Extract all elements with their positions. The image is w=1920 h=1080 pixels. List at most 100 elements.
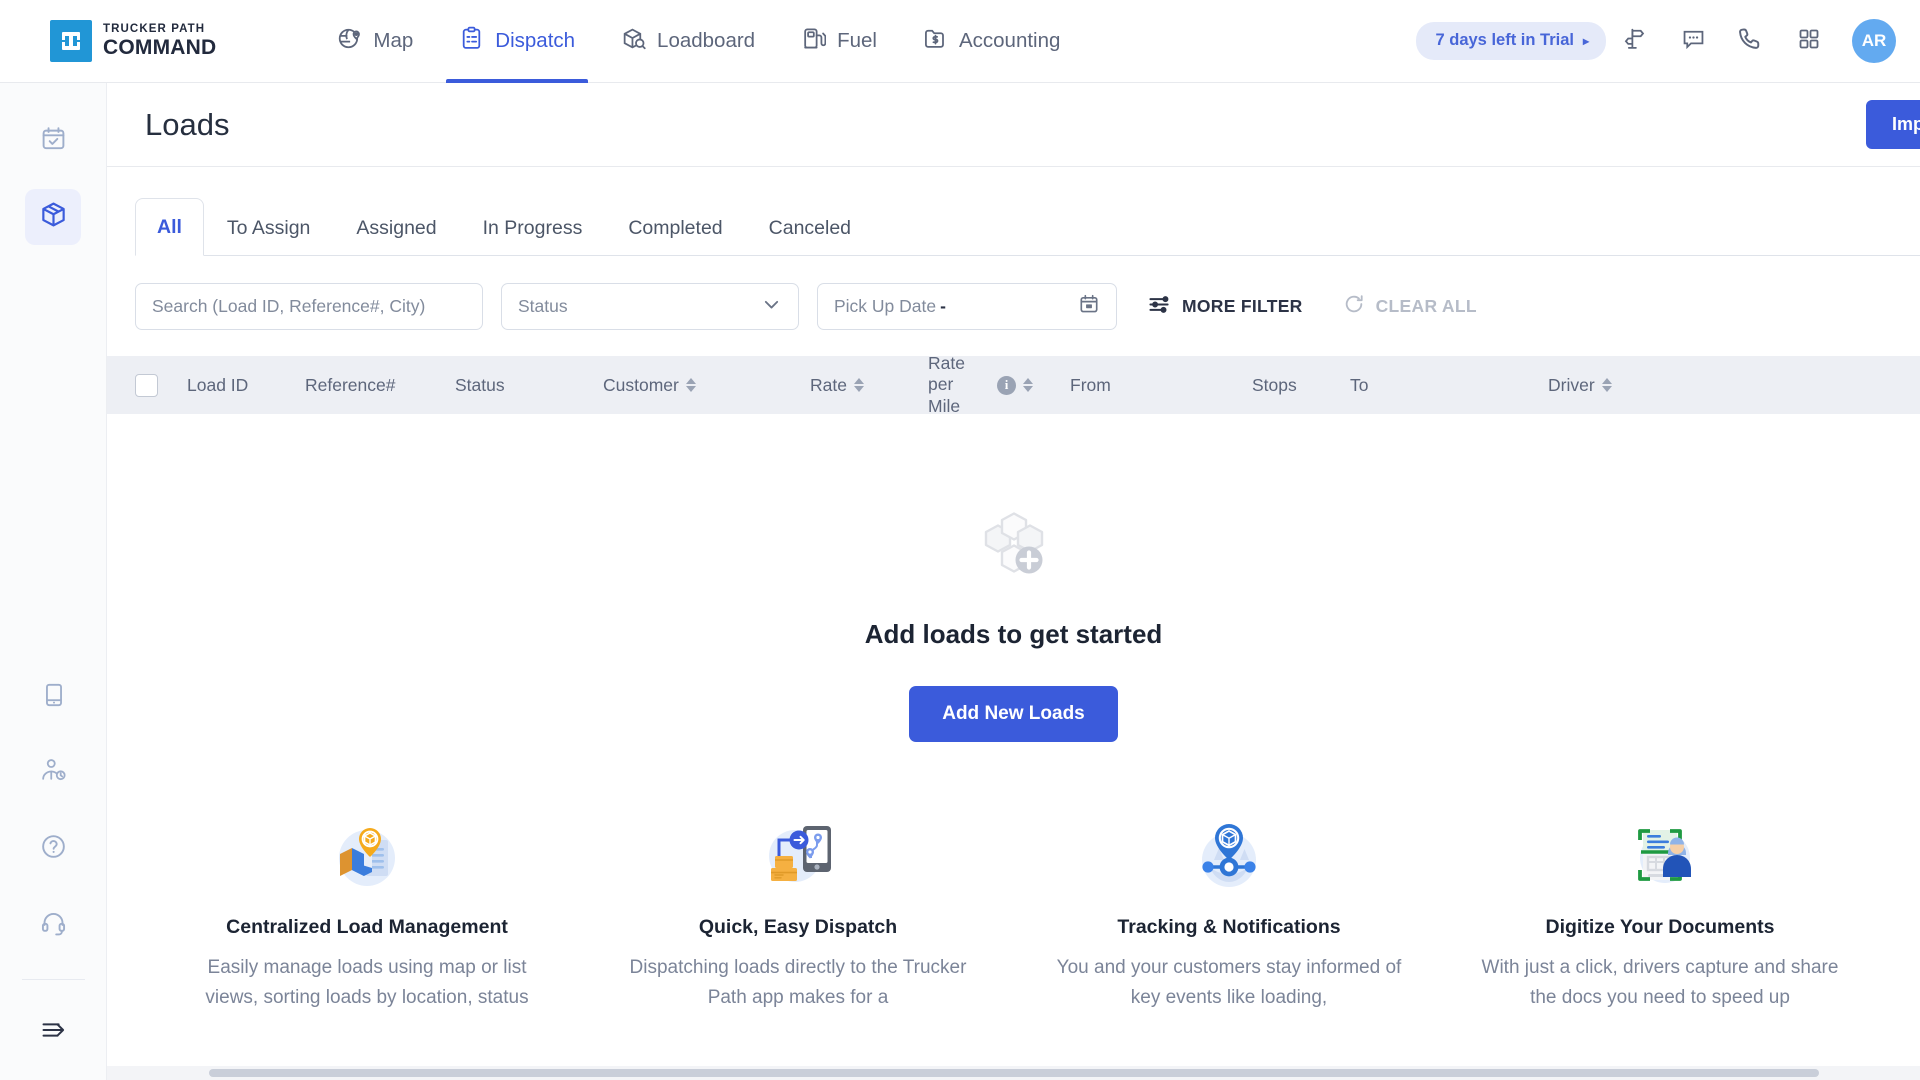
feature-description: With just a click, drivers capture and s… xyxy=(1481,957,1839,1009)
status-select-label: Status xyxy=(518,296,568,316)
rail-divider xyxy=(22,979,85,980)
phone-icon xyxy=(1738,26,1764,57)
avatar-initials: AR xyxy=(1861,31,1887,50)
column-rate-per-mile[interactable]: Rate per Mile i xyxy=(928,353,1070,417)
trial-status-badge[interactable]: 7 days left in Trial ▸ xyxy=(1416,22,1606,60)
tab-in-progress[interactable]: In Progress xyxy=(460,217,606,256)
column-reference[interactable]: Reference# xyxy=(305,375,455,396)
feature-title: Digitize Your Documents xyxy=(1545,916,1775,938)
tab-canceled[interactable]: Canceled xyxy=(746,217,874,256)
page-title: Loads xyxy=(145,106,230,142)
column-rate[interactable]: Rate xyxy=(810,375,928,396)
mobile-device-icon xyxy=(41,682,67,713)
nav-label-map: Map xyxy=(373,29,414,52)
left-rail xyxy=(0,83,107,1080)
brand-logo[interactable]: TRUCKER PATH COMMAND xyxy=(50,20,216,62)
phone-icon-button[interactable] xyxy=(1722,12,1780,70)
select-all-checkbox-cell xyxy=(135,373,187,397)
filter-bar: Search (Load ID, Reference#, City) Statu… xyxy=(135,283,1920,330)
column-to[interactable]: To xyxy=(1350,375,1548,396)
loads-content: All To Assign Assigned In Progress Compl… xyxy=(107,167,1920,1080)
status-select[interactable]: Status xyxy=(501,283,799,330)
nav-label-dispatch: Dispatch xyxy=(495,29,576,52)
box-search-icon xyxy=(621,26,646,57)
apps-grid-icon-button[interactable] xyxy=(1780,12,1838,70)
clipboard-list-icon xyxy=(459,26,484,57)
clear-all-label: CLEAR ALL xyxy=(1375,296,1477,316)
horizontal-scrollbar[interactable] xyxy=(107,1066,1920,1080)
refresh-icon xyxy=(1343,293,1365,320)
search-input[interactable]: Search (Load ID, Reference#, City) xyxy=(135,283,483,330)
column-label: Customer xyxy=(603,374,679,395)
tab-completed[interactable]: Completed xyxy=(605,217,745,256)
rail-item-expand[interactable] xyxy=(26,1004,82,1060)
help-circle-icon xyxy=(40,833,67,865)
calendar-check-icon xyxy=(40,125,67,157)
sort-toggle-icon[interactable] xyxy=(685,378,696,392)
top-right-actions: 7 days left in Trial ▸ AR xyxy=(1416,12,1896,70)
clear-all-button[interactable]: CLEAR ALL xyxy=(1343,293,1477,320)
column-from[interactable]: From xyxy=(1070,375,1252,396)
tracking-pin-icon xyxy=(1033,808,1425,902)
apps-grid-icon xyxy=(1797,27,1821,56)
horizontal-scrollbar-thumb[interactable] xyxy=(209,1069,1819,1077)
package-box-icon xyxy=(39,200,68,234)
column-label: From xyxy=(1070,374,1111,395)
column-status[interactable]: Status xyxy=(455,375,603,396)
chevron-right-icon: ▸ xyxy=(1582,33,1589,48)
sort-toggle-icon[interactable] xyxy=(1023,378,1033,392)
chevron-down-icon xyxy=(761,294,782,320)
info-icon[interactable]: i xyxy=(997,375,1016,395)
search-placeholder: Search (Load ID, Reference#, City) xyxy=(152,296,426,316)
driver-hours-icon xyxy=(40,757,67,789)
rail-item-help[interactable] xyxy=(26,821,82,877)
feature-card: Digitize Your Documents With just a clic… xyxy=(1464,808,1856,1013)
rail-item-calendar[interactable] xyxy=(25,113,81,169)
nav-item-loadboard[interactable]: Loadboard xyxy=(598,0,778,83)
nav-item-fuel[interactable]: Fuel xyxy=(778,0,900,83)
brand-line1: TRUCKER PATH xyxy=(103,22,206,35)
select-all-checkbox[interactable] xyxy=(135,373,158,397)
filter-sliders-icon xyxy=(1148,293,1171,321)
feature-description: Dispatching loads directly to the Trucke… xyxy=(629,957,967,1009)
column-driver[interactable]: Driver xyxy=(1548,375,1612,396)
nav-item-accounting[interactable]: Accounting xyxy=(900,0,1083,83)
top-navigation-bar: TRUCKER PATH COMMAND Map Dispatch Loadbo… xyxy=(0,0,1920,83)
column-stops[interactable]: Stops xyxy=(1252,375,1350,396)
rail-item-support[interactable] xyxy=(26,897,82,953)
scan-document-icon xyxy=(1464,808,1856,902)
signpost-icon-button[interactable] xyxy=(1606,12,1664,70)
nav-item-map[interactable]: Map xyxy=(314,0,436,83)
feature-title: Quick, Easy Dispatch xyxy=(698,916,898,938)
column-label: Driver xyxy=(1548,374,1595,395)
headset-support-icon xyxy=(40,909,67,941)
avatar[interactable]: AR xyxy=(1852,19,1896,63)
feature-description: You and your customers stay informed of … xyxy=(1056,957,1402,1009)
tab-all[interactable]: All xyxy=(135,198,204,256)
import-button[interactable]: Import xyxy=(1866,100,1920,149)
tab-assigned[interactable]: Assigned xyxy=(333,217,459,256)
add-new-loads-button[interactable]: Add New Loads xyxy=(909,686,1118,742)
more-filter-button[interactable]: MORE FILTER xyxy=(1148,293,1303,321)
tab-to-assign[interactable]: To Assign xyxy=(204,217,333,256)
column-customer[interactable]: Customer xyxy=(603,375,810,396)
feature-card: Tracking & Notifications You and your cu… xyxy=(1033,808,1425,1013)
folder-dollar-icon xyxy=(923,26,948,57)
loads-table-header: Load ID Reference# Status Customer Rate … xyxy=(107,353,1920,417)
map-load-pin-icon xyxy=(171,808,563,902)
rail-item-driver-hours[interactable] xyxy=(26,745,82,801)
nav-item-dispatch[interactable]: Dispatch xyxy=(436,0,598,83)
rail-item-loads[interactable] xyxy=(25,189,81,245)
chat-bubble-icon-button[interactable] xyxy=(1664,12,1722,70)
nav-label-fuel: Fuel xyxy=(837,29,877,52)
column-label: Load ID xyxy=(187,374,249,395)
pickup-date-picker[interactable]: Pick Up Date - xyxy=(817,283,1117,330)
column-load-id[interactable]: Load ID xyxy=(187,375,305,396)
column-label: Rate xyxy=(810,374,847,395)
sort-toggle-icon[interactable] xyxy=(853,378,864,392)
column-label: Stops xyxy=(1252,374,1297,395)
feature-title: Tracking & Notifications xyxy=(1117,916,1341,938)
rail-item-mobile[interactable] xyxy=(26,669,82,725)
column-label: Status xyxy=(455,374,505,395)
sort-toggle-icon[interactable] xyxy=(1601,378,1612,392)
